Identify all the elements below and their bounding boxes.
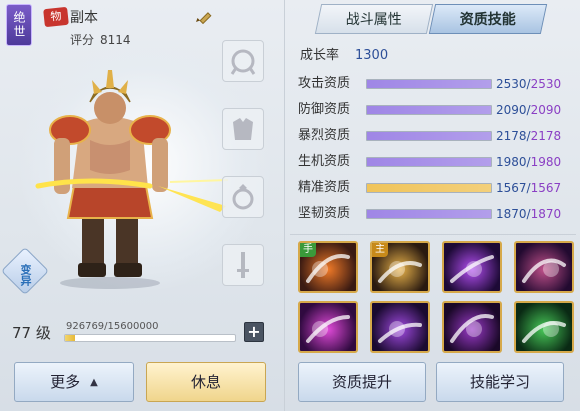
equip-slot-3[interactable] xyxy=(222,176,264,218)
skill-art xyxy=(450,314,494,343)
aptitude-bar xyxy=(366,105,492,115)
skill-tag-badge: 手 xyxy=(300,243,316,257)
void-shard-skill-icon[interactable] xyxy=(442,241,502,293)
aptitude-max: 2530 xyxy=(530,77,562,91)
rest-button[interactable]: 休息 xyxy=(146,362,266,402)
aptitude-row: 坚韧资质 1870/1870 xyxy=(298,205,576,223)
tab-bar: 战斗属性 资质技能 xyxy=(312,4,548,36)
aptitude-bar xyxy=(366,183,492,193)
aptitude-label: 防御资质 xyxy=(298,102,351,117)
aptitude-bar-fill xyxy=(367,184,491,192)
aptitude-bar xyxy=(366,79,492,89)
aptitude-label: 精准资质 xyxy=(298,180,351,195)
skill-art xyxy=(522,321,566,343)
aptitude-current: 1980 xyxy=(496,155,527,169)
aptitude-label: 坚韧资质 xyxy=(298,206,351,221)
aptitude-label: 生机资质 xyxy=(298,154,351,169)
dark-wing-skill-icon[interactable] xyxy=(442,301,502,353)
skill-tag-badge: 主 xyxy=(372,243,388,257)
type-badge: 物 xyxy=(43,6,69,28)
skill-art xyxy=(378,321,422,343)
aptitude-value: 2090/2090 xyxy=(496,103,562,117)
aptitude-max: 2178 xyxy=(530,129,562,143)
aptitude-max: 1870 xyxy=(530,207,562,221)
aptitude-max: 1567 xyxy=(530,181,562,195)
exp-bar xyxy=(64,334,236,342)
hero-figure[interactable] xyxy=(30,58,230,290)
growth-rate: 成长率 1300 xyxy=(300,44,388,63)
aptitude-value: 2178/2178 xyxy=(496,129,562,143)
add-exp-button[interactable]: + xyxy=(244,322,264,342)
score-value: 8114 xyxy=(100,33,131,47)
aptitude-bar-fill xyxy=(367,132,491,140)
more-button[interactable]: 更多 ▲ xyxy=(14,362,134,402)
dragon-head-skill-icon[interactable] xyxy=(298,301,358,353)
aptitude-max: 2090 xyxy=(530,103,562,117)
growth-value: 1300 xyxy=(355,48,389,63)
aptitude-bar xyxy=(366,157,492,167)
learn-skill-label: 技能学习 xyxy=(469,373,530,391)
green-claw-skill-icon[interactable] xyxy=(514,301,574,353)
aptitude-max: 1980 xyxy=(530,155,562,169)
demon-form-skill-icon[interactable] xyxy=(370,301,430,353)
tab-aptitude-skills[interactable]: 资质技能 xyxy=(428,4,548,34)
hero-panel: 绝世 物 副本 评分 8114 变异 77 级 926769/15600000 … xyxy=(0,0,282,411)
skill-grid: 手主 xyxy=(290,234,576,360)
aptitude-bar-fill xyxy=(367,80,491,88)
armor-icon xyxy=(233,118,253,140)
skill-art xyxy=(306,315,350,343)
aptitude-row: 攻击资质 2530/2530 xyxy=(298,75,576,93)
sword-icon xyxy=(237,252,249,278)
aptitude-current: 2178 xyxy=(496,129,527,143)
aptitude-bar-fill xyxy=(367,158,491,166)
hero-name: 副本 xyxy=(70,10,98,26)
pet-detail-screen: 绝世 物 副本 评分 8114 变异 77 级 926769/15600000 … xyxy=(0,0,580,411)
panel-divider xyxy=(284,0,285,411)
learn-skill-button[interactable]: 技能学习 xyxy=(436,362,564,402)
aptitude-current: 2090 xyxy=(496,103,527,117)
mutation-label: 变异 xyxy=(19,264,32,286)
rest-button-label: 休息 xyxy=(190,373,221,391)
aptitude-label: 攻击资质 xyxy=(298,76,351,91)
level-label: 77 级 xyxy=(12,324,51,342)
tab-combat-stats[interactable]: 战斗属性 xyxy=(314,4,434,34)
aptitude-bar-fill xyxy=(367,210,491,218)
aptitude-value: 1567/1567 xyxy=(496,181,562,195)
aptitude-label: 暴烈资质 xyxy=(298,128,351,143)
upgrade-aptitude-button[interactable]: 资质提升 xyxy=(298,362,426,402)
triangle-up-icon: ▲ xyxy=(90,377,98,388)
score-label: 评分 xyxy=(70,33,95,47)
aptitude-row: 精准资质 1567/1567 xyxy=(298,179,576,197)
exp-bar-fill xyxy=(65,335,76,341)
upgrade-aptitude-label: 资质提升 xyxy=(331,373,392,391)
pencil-icon[interactable] xyxy=(194,6,212,25)
skill-art xyxy=(522,258,566,283)
flame-slash-skill-icon[interactable]: 手 xyxy=(298,241,358,293)
aptitude-bar-fill xyxy=(367,106,491,114)
blade-strike-skill-icon[interactable]: 主 xyxy=(370,241,430,293)
equip-slot-4[interactable] xyxy=(222,244,264,286)
purple-boot-skill-icon[interactable] xyxy=(514,241,574,293)
more-button-label: 更多 xyxy=(50,373,81,391)
aptitude-current: 1567 xyxy=(496,181,527,195)
rank-badge: 绝世 xyxy=(6,4,32,46)
aptitude-value: 1980/1980 xyxy=(496,155,562,169)
aptitude-current: 2530 xyxy=(496,77,527,91)
aptitude-bar xyxy=(366,131,492,141)
growth-label: 成长率 xyxy=(300,48,340,63)
aptitude-row: 生机资质 1980/1980 xyxy=(298,153,576,171)
aptitude-value: 1870/1870 xyxy=(496,207,562,221)
equip-slot-1[interactable] xyxy=(222,40,264,82)
skill-art xyxy=(450,255,494,283)
aptitude-row: 防御资质 2090/2090 xyxy=(298,101,576,119)
aptitude-value: 2530/2530 xyxy=(496,77,562,91)
aptitude-current: 1870 xyxy=(496,207,527,221)
ring-icon xyxy=(232,184,254,210)
exp-text: 926769/15600000 xyxy=(66,321,159,332)
equip-slot-2[interactable] xyxy=(222,108,264,150)
score: 评分 8114 xyxy=(70,31,131,48)
aptitude-row: 暴烈资质 2178/2178 xyxy=(298,127,576,145)
aptitude-bar xyxy=(366,209,492,219)
ring-emblem-icon xyxy=(230,49,256,75)
